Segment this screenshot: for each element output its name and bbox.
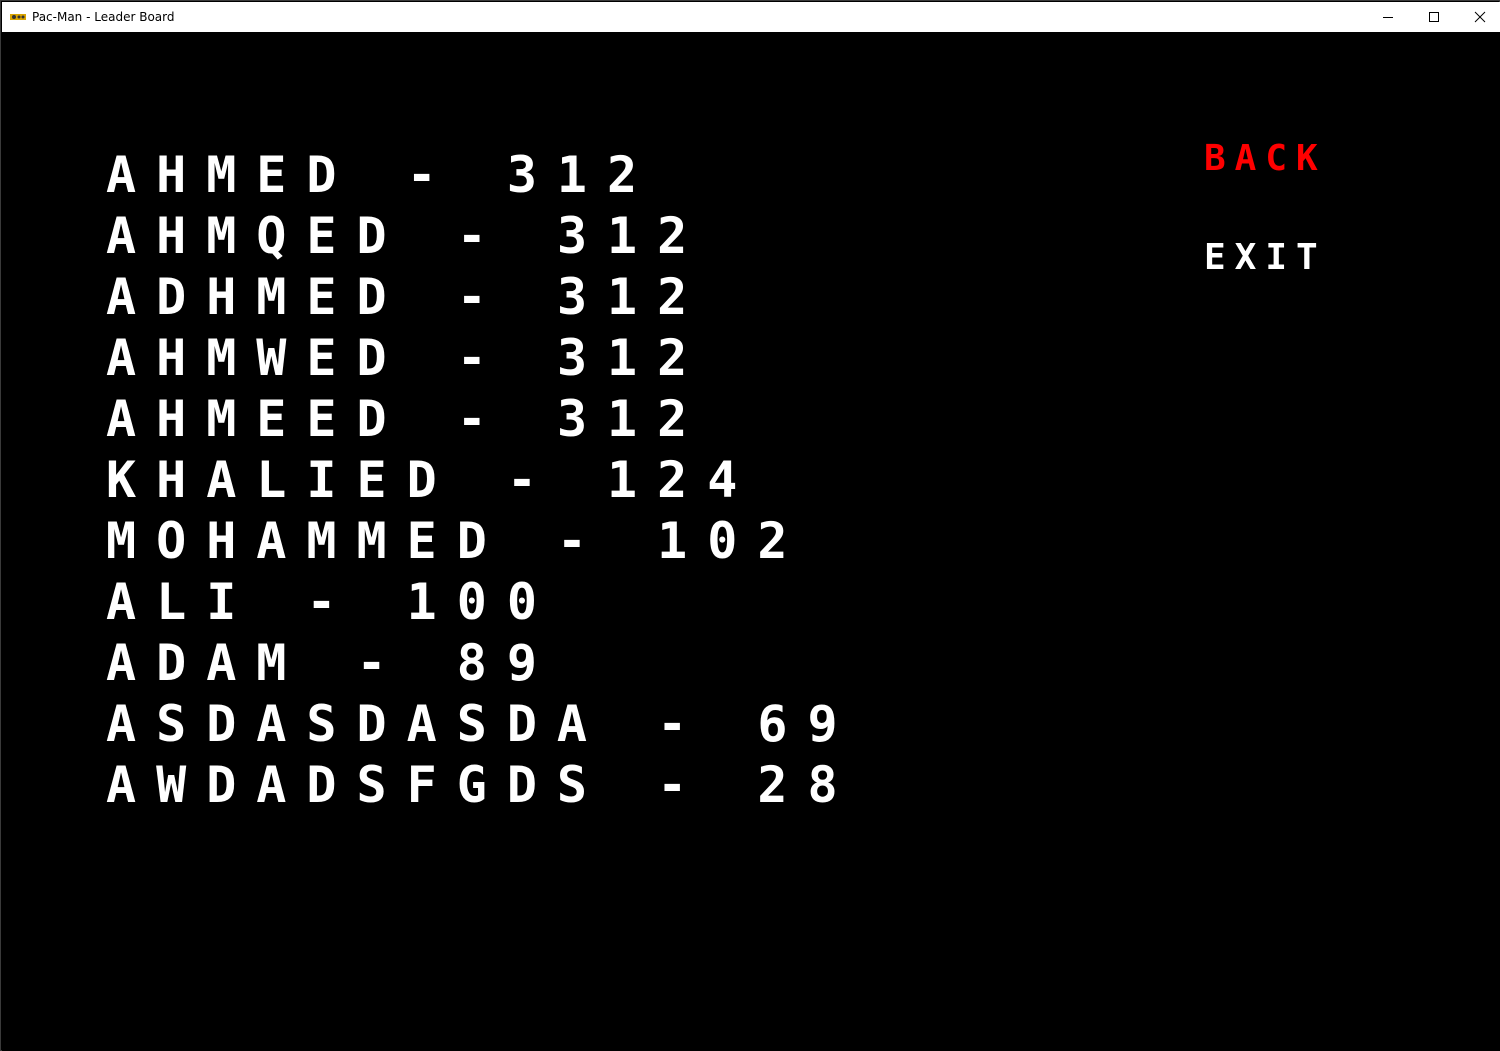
window-title: Pac-Man - Leader Board: [32, 10, 175, 24]
leaderboard-row: AHMWED - 312: [106, 328, 858, 389]
maximize-button[interactable]: [1411, 2, 1457, 32]
leaderboard-row: AHMEED - 312: [106, 389, 858, 450]
game-window: Pac-Man - Leader Board AHMED - 312 AHMQED…: [0, 0, 1500, 1051]
player-score: 28: [757, 756, 858, 814]
maximize-icon: [1429, 12, 1439, 22]
leaderboard-row: AHMED - 312: [106, 145, 858, 206]
player-score: 124: [607, 451, 758, 509]
leaderboard-row: AWDADSFGDS - 28: [106, 755, 858, 816]
leaderboard-list: AHMED - 312 AHMQED - 312 ADHMED - 312 AHMWE…: [106, 145, 858, 816]
separator: -: [406, 390, 557, 448]
separator: -: [607, 756, 758, 814]
exit-button[interactable]: EXIT: [1204, 237, 1327, 278]
separator: -: [456, 451, 608, 509]
game-canvas: AHMED - 312 AHMQED - 312 ADHMED - 312 AHMWE…: [2, 32, 1500, 1051]
player-score: 89: [456, 634, 557, 692]
player-name: KHALIED: [106, 451, 457, 509]
close-button[interactable]: [1457, 2, 1500, 32]
leaderboard-row: ADHMED - 312: [106, 267, 858, 328]
player-name: ASDASDASDA: [106, 695, 608, 753]
player-score: 102: [657, 512, 808, 570]
separator: -: [256, 573, 407, 631]
separator: -: [607, 695, 758, 753]
player-name: AHMQED: [106, 207, 407, 265]
separator: -: [406, 207, 557, 265]
leaderboard-row: ALI - 100: [106, 572, 858, 633]
player-score: 100: [406, 573, 557, 631]
leaderboard-row: ADAM - 89: [106, 633, 858, 694]
player-score: 312: [556, 390, 708, 448]
player-score: 312: [556, 268, 708, 326]
separator: -: [306, 634, 457, 692]
player-score: 312: [506, 146, 658, 204]
player-score: 312: [556, 207, 708, 265]
player-name: AHMED: [106, 146, 357, 204]
pacman-app-icon: [10, 11, 26, 21]
player-name: AHMWED: [106, 329, 407, 387]
minimize-button[interactable]: [1365, 2, 1411, 32]
player-name: AHMEED: [106, 390, 407, 448]
player-name: AWDADSFGDS: [106, 756, 608, 814]
player-score: 69: [757, 695, 858, 753]
title-bar[interactable]: Pac-Man - Leader Board: [2, 2, 1500, 32]
minimize-icon: [1383, 17, 1393, 18]
player-score: 312: [556, 329, 708, 387]
player-name: MOHAMMED: [106, 512, 507, 570]
separator: -: [406, 268, 557, 326]
close-icon: [1474, 11, 1486, 23]
leaderboard-row: MOHAMMED - 102: [106, 511, 858, 572]
player-name: ALI: [106, 573, 257, 631]
leaderboard-row: KHALIED - 124: [106, 450, 858, 511]
separator: -: [406, 329, 557, 387]
leaderboard-row: ASDASDASDA - 69: [106, 694, 858, 755]
leaderboard-row: AHMQED - 312: [106, 206, 858, 267]
player-name: ADAM: [106, 634, 307, 692]
player-name: ADHMED: [106, 268, 407, 326]
separator: -: [506, 512, 658, 570]
back-button[interactable]: BACK: [1204, 138, 1327, 179]
separator: -: [356, 146, 507, 204]
